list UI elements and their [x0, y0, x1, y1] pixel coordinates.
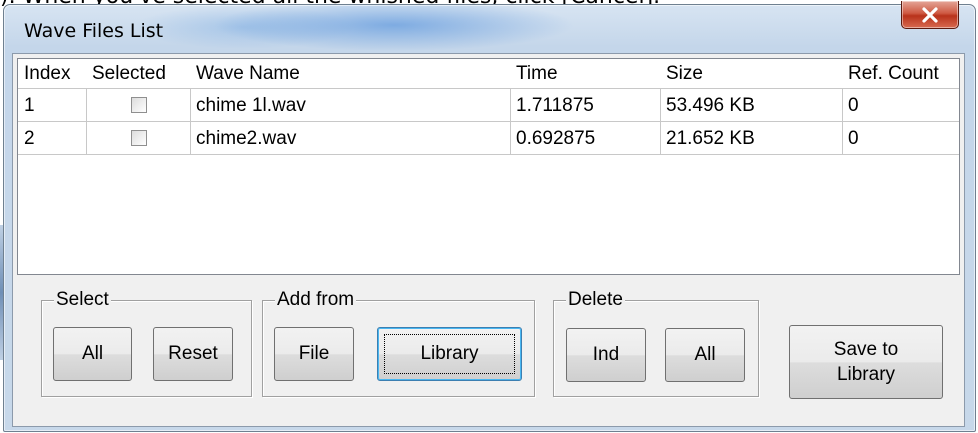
save-to-library-button[interactable]: Save to Library [789, 325, 943, 399]
cell-index: 2 [24, 128, 35, 149]
close-icon [922, 6, 938, 23]
delete-all-button[interactable]: All [665, 328, 745, 382]
delete-ind-button[interactable]: Ind [566, 328, 646, 382]
column-header-wave-name[interactable]: Wave Name [190, 59, 510, 88]
add-from-library-label: Library [420, 343, 479, 364]
delete-group-label: Delete [566, 289, 625, 311]
column-header-ref-count[interactable]: Ref. Count [842, 59, 961, 88]
column-header-selected[interactable]: Selected [86, 59, 190, 88]
select-group-label: Select [54, 289, 111, 311]
table-header: Index Selected Wave Name Time Size Ref. … [18, 59, 959, 88]
save-to-library-line1: Save to [833, 339, 899, 360]
cell-size: 53.496 KB [666, 95, 755, 116]
row-selected-checkbox[interactable] [131, 97, 147, 113]
row-selected-checkbox[interactable] [131, 130, 147, 146]
dialog-client-area: Index Selected Wave Name Time Size Ref. … [12, 53, 965, 427]
cell-ref-count: 0 [848, 128, 859, 149]
cell-time: 1.711875 [516, 95, 594, 116]
cell-ref-count: 0 [848, 95, 859, 116]
add-from-file-button[interactable]: File [274, 327, 354, 381]
column-header-size[interactable]: Size [660, 59, 842, 88]
save-to-library-line2: Library [836, 364, 896, 385]
delete-group: Delete Ind All [553, 289, 759, 397]
add-from-group: Add from File Library [262, 289, 535, 397]
cell-index: 1 [24, 95, 35, 116]
reset-button[interactable]: Reset [153, 327, 233, 381]
cell-wave-name: chime 1l.wav [196, 95, 306, 116]
wave-files-list-dialog: Wave Files List Index Selected Wave Name… [3, 1, 976, 432]
select-group: Select All Reset [41, 289, 252, 397]
column-header-index[interactable]: Index [18, 59, 86, 88]
window-title: Wave Files List [24, 20, 164, 42]
cell-size: 21.652 KB [666, 128, 755, 149]
table-row[interactable]: 1 chime 1l.wav 1.711875 53.496 KB 0 [18, 89, 959, 122]
cell-wave-name: chime2.wav [196, 128, 297, 149]
column-header-time[interactable]: Time [510, 59, 660, 88]
add-from-library-button[interactable]: Library [377, 327, 522, 381]
cell-time: 0.692875 [516, 128, 596, 149]
select-all-button[interactable]: All [53, 327, 132, 381]
add-from-group-label: Add from [275, 289, 357, 311]
close-button[interactable] [901, 1, 959, 29]
wave-files-table[interactable]: Index Selected Wave Name Time Size Ref. … [17, 58, 960, 275]
table-row[interactable]: 2 chime2.wav 0.692875 21.652 KB 0 [18, 122, 959, 155]
